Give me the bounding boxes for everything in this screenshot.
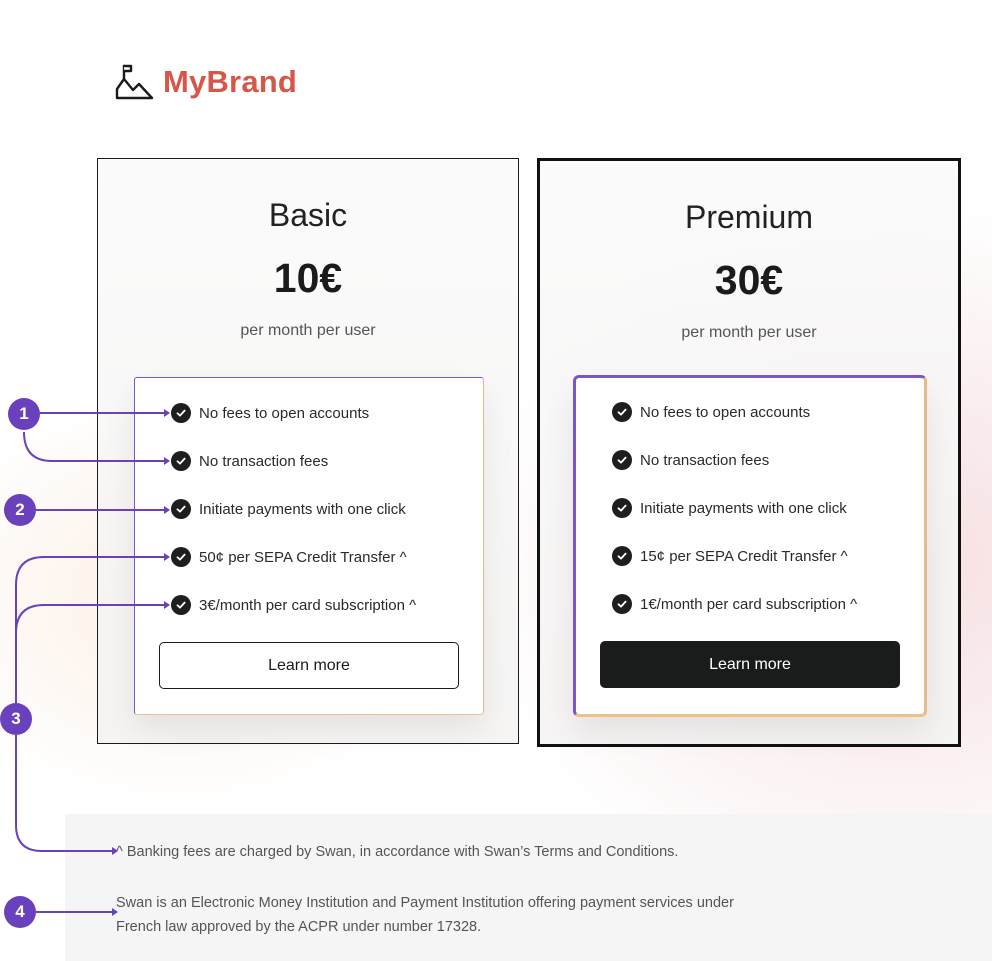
- feature-item: No fees to open accounts: [171, 403, 369, 423]
- check-circle-icon: [612, 450, 632, 470]
- check-circle-icon: [171, 403, 191, 423]
- feature-text: 1€/month per card subscription ^: [640, 595, 858, 613]
- feature-list: No fees to open accounts No transaction …: [134, 377, 484, 715]
- brand-logo[interactable]: MyBrand: [114, 62, 297, 102]
- plan-title: Basic: [268, 197, 348, 233]
- learn-more-button-premium[interactable]: Learn more: [600, 641, 900, 688]
- feature-text: No transaction fees: [199, 452, 329, 470]
- feature-text: No fees to open accounts: [199, 404, 370, 422]
- plan-period: per month per user: [240, 322, 376, 339]
- footer: ^ Banking fees are charged by Swan, in a…: [65, 814, 992, 961]
- plan-title: Premium: [684, 199, 813, 235]
- annotation-badge-2: 2: [4, 494, 36, 526]
- plan-price: 10€: [273, 255, 343, 301]
- plan-card-basic: Basic 10€ per month per user No fees to …: [97, 158, 519, 744]
- feature-text: 3€/month per card subscription ^: [199, 596, 417, 614]
- feature-list: No fees to open accounts No transaction …: [573, 375, 927, 717]
- feature-text: No transaction fees: [640, 451, 770, 469]
- brand-name: MyBrand: [163, 64, 298, 99]
- check-circle-icon: [171, 595, 191, 615]
- plan-card-premium: Premium 30€ per month per user No fees t…: [537, 158, 961, 747]
- plan-price: 30€: [714, 257, 784, 303]
- feature-item: No transaction fees: [612, 450, 769, 470]
- plan-period: per month per user: [681, 324, 817, 341]
- legal-notice: Swan is an Electronic Money Institution …: [116, 891, 816, 939]
- fees-footnote: ^ Banking fees are charged by Swan, in a…: [116, 844, 679, 860]
- check-circle-icon: [171, 451, 191, 471]
- feature-item: 3€/month per card subscription ^: [171, 595, 416, 615]
- feature-text: No fees to open accounts: [640, 403, 811, 421]
- feature-item: 1€/month per card subscription ^: [612, 594, 857, 614]
- legal-line: Swan is an Electronic Money Institution …: [116, 895, 734, 911]
- check-circle-icon: [612, 498, 632, 518]
- annotation-badge-3: 3: [0, 703, 32, 735]
- feature-text: 50¢ per SEPA Credit Transfer ^: [199, 548, 407, 566]
- annotation-badge-4: 4: [4, 896, 36, 928]
- feature-item: Initiate payments with one click: [612, 498, 847, 518]
- check-circle-icon: [612, 594, 632, 614]
- feature-item: No fees to open accounts: [612, 402, 810, 422]
- feature-item: 50¢ per SEPA Credit Transfer ^: [171, 547, 407, 567]
- check-circle-icon: [612, 546, 632, 566]
- feature-item: No transaction fees: [171, 451, 328, 471]
- check-circle-icon: [171, 499, 191, 519]
- feature-text: Initiate payments with one click: [640, 499, 847, 517]
- annotation-badge-1: 1: [8, 398, 40, 430]
- check-circle-icon: [612, 402, 632, 422]
- check-circle-icon: [171, 547, 191, 567]
- learn-more-button-basic[interactable]: Learn more: [159, 642, 459, 689]
- legal-line: French law approved by the ACPR under nu…: [116, 919, 482, 935]
- feature-text: Initiate payments with one click: [199, 500, 406, 518]
- feature-text: 15¢ per SEPA Credit Transfer ^: [640, 547, 848, 565]
- feature-item: Initiate payments with one click: [171, 499, 406, 519]
- feature-item: 15¢ per SEPA Credit Transfer ^: [612, 546, 848, 566]
- mountain-flag-icon: [115, 64, 154, 100]
